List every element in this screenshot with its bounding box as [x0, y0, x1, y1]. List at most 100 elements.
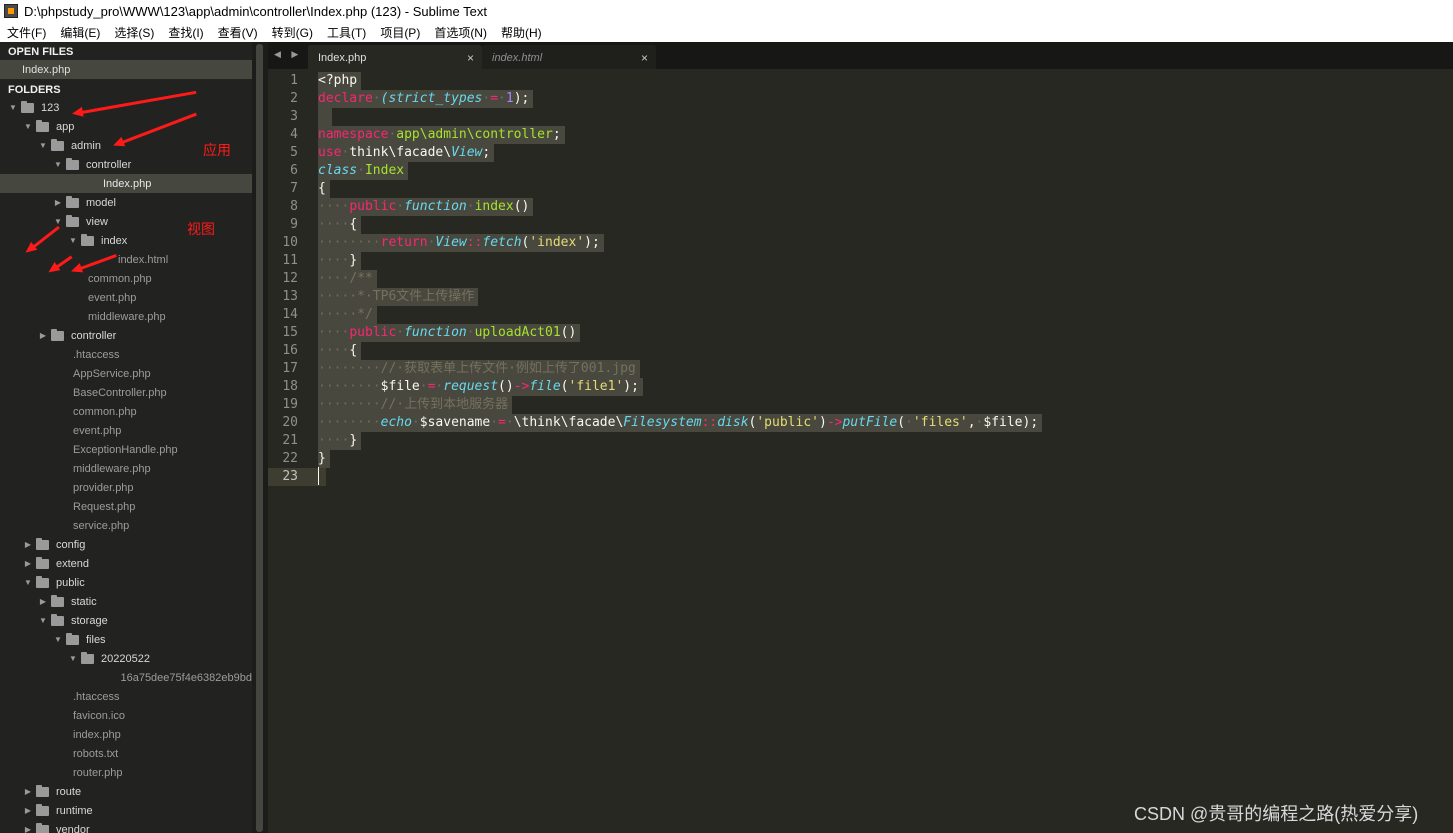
disclosure-open-icon[interactable]: ▼	[68, 236, 78, 245]
editor-scrollbar[interactable]	[1443, 69, 1453, 833]
menu-item[interactable]: 选择(S)	[107, 24, 161, 41]
disclosure-open-icon[interactable]: ▼	[53, 635, 63, 644]
tree-item-label: AppService.php	[73, 367, 151, 380]
disclosure-closed-icon[interactable]: ▶	[23, 559, 33, 568]
tab-label: Index.php	[318, 52, 367, 64]
code-line[interactable]: ····/**	[318, 270, 377, 288]
tab-nav-arrows-icon[interactable]: ◀ ▶	[274, 49, 302, 60]
code-line[interactable]: declare·(strict_types·=·1);	[318, 90, 534, 108]
menu-item[interactable]: 编辑(E)	[53, 24, 107, 41]
code-line[interactable]: namespace·app\admin\controller;	[318, 126, 565, 144]
code-line[interactable]: ········echo·$savename·=·\think\facade\F…	[318, 414, 1043, 432]
disclosure-closed-icon[interactable]: ▶	[23, 540, 33, 549]
file-item[interactable]: favicon.ico	[0, 706, 252, 725]
file-item[interactable]: robots.txt	[0, 744, 252, 763]
file-item[interactable]: event.php	[0, 421, 252, 440]
disclosure-open-icon[interactable]: ▼	[23, 122, 33, 131]
disclosure-closed-icon[interactable]: ▶	[53, 198, 63, 207]
menu-item[interactable]: 查找(I)	[161, 24, 210, 41]
menu-item[interactable]: 首选项(N)	[427, 24, 494, 41]
file-item[interactable]: middleware.php	[0, 307, 252, 326]
code-line[interactable]: <?php	[318, 72, 362, 90]
folder-item[interactable]: ▶ vendor	[0, 820, 252, 833]
folder-item[interactable]: ▶ runtime	[0, 801, 252, 820]
code-line[interactable]: ········$file·=·request()->file('file1')…	[318, 378, 643, 396]
file-item[interactable]: middleware.php	[0, 459, 252, 478]
code-line[interactable]: ········//·上传到本地服务器	[318, 396, 513, 414]
code-token: 'index'	[529, 235, 585, 250]
file-item[interactable]: BaseController.php	[0, 383, 252, 402]
code-line[interactable]: ·····*/	[318, 306, 377, 324]
disclosure-open-icon[interactable]: ▼	[53, 217, 63, 226]
code-line[interactable]: ····{	[318, 342, 362, 360]
code-line[interactable]: ········//·获取表单上传文件·例如上传了001.jpg	[318, 360, 640, 378]
code-token: index	[474, 199, 514, 214]
folder-item[interactable]: ▶ config	[0, 535, 252, 554]
file-item[interactable]: ExceptionHandle.php	[0, 440, 252, 459]
code-line[interactable]: class·Index	[318, 162, 409, 180]
code-line[interactable]: use·think\facade\View;	[318, 144, 495, 162]
file-item[interactable]: common.php	[0, 402, 252, 421]
menu-item[interactable]: 查看(V)	[211, 24, 265, 41]
folder-item[interactable]: ▼ storage	[0, 611, 252, 630]
disclosure-open-icon[interactable]: ▼	[53, 160, 63, 169]
folder-item[interactable]: ▶ extend	[0, 554, 252, 573]
open-file-label: Index.php	[22, 63, 71, 76]
disclosure-closed-icon[interactable]: ▶	[23, 825, 33, 833]
menu-item[interactable]: 转到(G)	[265, 24, 320, 41]
folder-item[interactable]: ▼ files	[0, 630, 252, 649]
close-icon[interactable]: ×	[641, 51, 648, 65]
folder-item[interactable]: ▶ controller	[0, 326, 252, 345]
code-line[interactable]: }	[318, 450, 330, 468]
disclosure-open-icon[interactable]: ▼	[38, 616, 48, 625]
code-line[interactable]: ····}	[318, 432, 362, 450]
file-item[interactable]: 16a75dee75f4e6382eb9bd	[0, 668, 252, 687]
code-line[interactable]: ····public·function·uploadAct01()	[318, 324, 581, 342]
open-file-item[interactable]: Index.php	[0, 60, 252, 79]
tab-index-php[interactable]: Index.php ×	[308, 45, 482, 69]
tree-item-label: Request.php	[73, 500, 136, 513]
file-item[interactable]: Request.php	[0, 497, 252, 516]
menu-item[interactable]: 工具(T)	[320, 24, 373, 41]
folder-item[interactable]: ▼ 20220522	[0, 649, 252, 668]
file-item[interactable]: AppService.php	[0, 364, 252, 383]
folder-item[interactable]: ▶ route	[0, 782, 252, 801]
disclosure-open-icon[interactable]: ▼	[23, 578, 33, 587]
disclosure-open-icon[interactable]: ▼	[68, 654, 78, 663]
sidebar-scrollbar-thumb[interactable]	[256, 44, 263, 832]
file-item[interactable]: provider.php	[0, 478, 252, 497]
disclosure-closed-icon[interactable]: ▶	[38, 597, 48, 606]
file-item[interactable]: index.php	[0, 725, 252, 744]
disclosure-closed-icon[interactable]: ▶	[23, 787, 33, 796]
folder-item[interactable]: ▼ app	[0, 117, 252, 136]
disclosure-closed-icon[interactable]: ▶	[38, 331, 48, 340]
file-item[interactable]: .htaccess	[0, 687, 252, 706]
code-line[interactable]: ····{	[318, 216, 362, 234]
close-icon[interactable]: ×	[467, 51, 474, 65]
code-line[interactable]: ····public·function·index()	[318, 198, 534, 216]
code-line[interactable]: ····}	[318, 252, 362, 270]
disclosure-open-icon[interactable]: ▼	[8, 103, 18, 112]
code-line[interactable]: {	[318, 180, 330, 198]
code-line[interactable]: ········return·View::fetch('index');	[318, 234, 604, 252]
code-line[interactable]: ·····*·TP6文件上传操作	[318, 288, 479, 306]
tab-index-html[interactable]: index.html ×	[482, 45, 656, 69]
disclosure-closed-icon[interactable]: ▶	[23, 806, 33, 815]
menu-item[interactable]: 文件(F)	[0, 24, 53, 41]
file-item[interactable]: .htaccess	[0, 345, 252, 364]
folder-item[interactable]: ▼ 123	[0, 98, 252, 117]
folder-item[interactable]: ▶ model	[0, 193, 252, 212]
menu-item[interactable]: 项目(P)	[373, 24, 427, 41]
file-item[interactable]: router.php	[0, 763, 252, 782]
code-editor[interactable]: 1 2 3 4 5 6 7 8 9 10 11 12 13 14 15 16 17 18 19 20 21 22 23 <?…	[268, 69, 1443, 833]
disclosure-open-icon[interactable]: ▼	[38, 141, 48, 150]
file-item[interactable]: event.php	[0, 288, 252, 307]
file-item[interactable]: Index.php	[0, 174, 252, 193]
menu-item[interactable]: 帮助(H)	[494, 24, 549, 41]
file-item[interactable]: index.html	[0, 250, 252, 269]
code-line[interactable]	[318, 108, 332, 126]
file-item[interactable]: common.php	[0, 269, 252, 288]
folder-item[interactable]: ▼ public	[0, 573, 252, 592]
folder-item[interactable]: ▶ static	[0, 592, 252, 611]
file-item[interactable]: service.php	[0, 516, 252, 535]
